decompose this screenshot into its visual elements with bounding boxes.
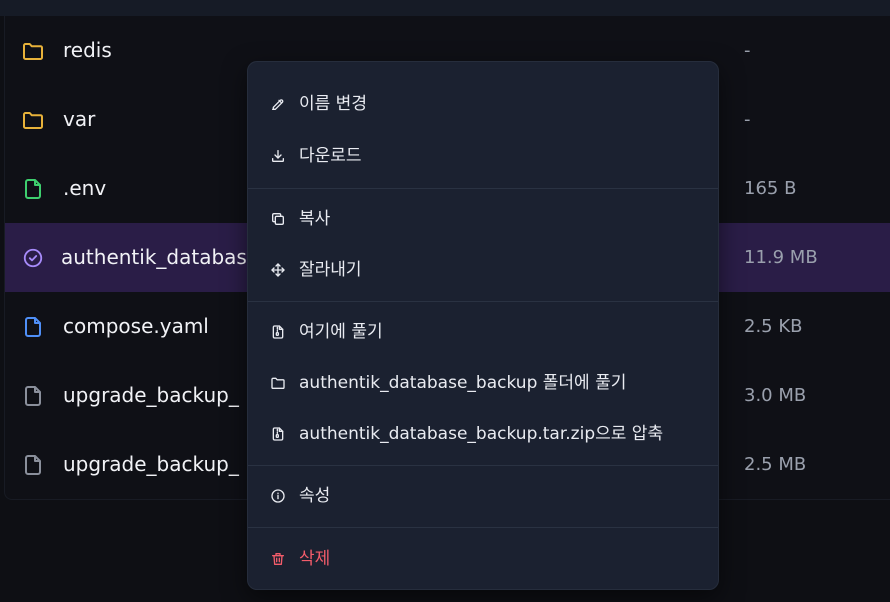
file-name: redis (63, 38, 112, 62)
menu-separator (248, 301, 718, 302)
file-icon (21, 384, 45, 408)
copy-icon (269, 210, 287, 228)
file-name: upgrade_backup_ (63, 383, 239, 407)
menu-item-cut[interactable]: 잘라내기 (248, 248, 718, 292)
file-name: authentik_databas (61, 245, 247, 269)
archive-file-icon (269, 323, 287, 341)
file-size: - (744, 40, 751, 61)
menu-item-delete[interactable]: 삭제 (248, 537, 718, 581)
menu-item-label: 다운로드 (299, 146, 362, 166)
pencil-icon (269, 95, 287, 113)
menu-item-label: 이름 변경 (299, 94, 367, 114)
menu-item-rename[interactable]: 이름 변경 (248, 82, 718, 126)
menu-item-label: authentik_database_backup 폴더에 풀기 (299, 373, 627, 393)
menu-item-label: 여기에 풀기 (299, 322, 383, 342)
file-icon (21, 453, 45, 477)
menu-item-label: authentik_database_backup.tar.zip으로 압축 (299, 424, 664, 444)
file-name: compose.yaml (63, 314, 209, 338)
menu-item-copy[interactable]: 복사 (248, 197, 718, 241)
file-size: 2.5 MB (744, 454, 807, 475)
file-size: 11.9 MB (744, 247, 818, 268)
menu-item-label: 삭제 (299, 549, 331, 569)
folder-icon (21, 39, 45, 63)
menu-separator (248, 465, 718, 466)
archive-file-icon (269, 425, 287, 443)
file-size: 3.0 MB (744, 385, 807, 406)
file-name: upgrade_backup_ (63, 452, 239, 476)
file-icon (21, 177, 45, 201)
move-icon (269, 261, 287, 279)
menu-item-label: 잘라내기 (299, 260, 362, 280)
top-bar (0, 0, 890, 16)
menu-item-label: 속성 (299, 486, 331, 506)
menu-item-download[interactable]: 다운로드 (248, 134, 718, 178)
file-size: 2.5 KB (744, 316, 803, 337)
info-icon (269, 487, 287, 505)
menu-item-extract-to-folder[interactable]: authentik_database_backup 폴더에 풀기 (248, 361, 718, 405)
menu-item-extract-here[interactable]: 여기에 풀기 (248, 310, 718, 354)
file-size: 165 B (744, 178, 797, 199)
file-icon (21, 315, 45, 339)
folder-icon (21, 108, 45, 132)
file-name: var (63, 107, 96, 131)
menu-item-properties[interactable]: 속성 (248, 474, 718, 518)
file-name: .env (63, 176, 107, 200)
folder-outline-icon (269, 374, 287, 392)
context-menu: 이름 변경 다운로드 복사 잘라내기 여기에 풀기 authentik_data… (247, 61, 719, 590)
trash-icon (269, 550, 287, 568)
menu-item-compress[interactable]: authentik_database_backup.tar.zip으로 압축 (248, 412, 718, 456)
menu-separator (248, 527, 718, 528)
download-icon (269, 147, 287, 165)
menu-separator (248, 188, 718, 189)
check-circle-icon[interactable] (21, 246, 45, 270)
file-size: - (744, 109, 751, 130)
menu-item-label: 복사 (299, 209, 331, 229)
